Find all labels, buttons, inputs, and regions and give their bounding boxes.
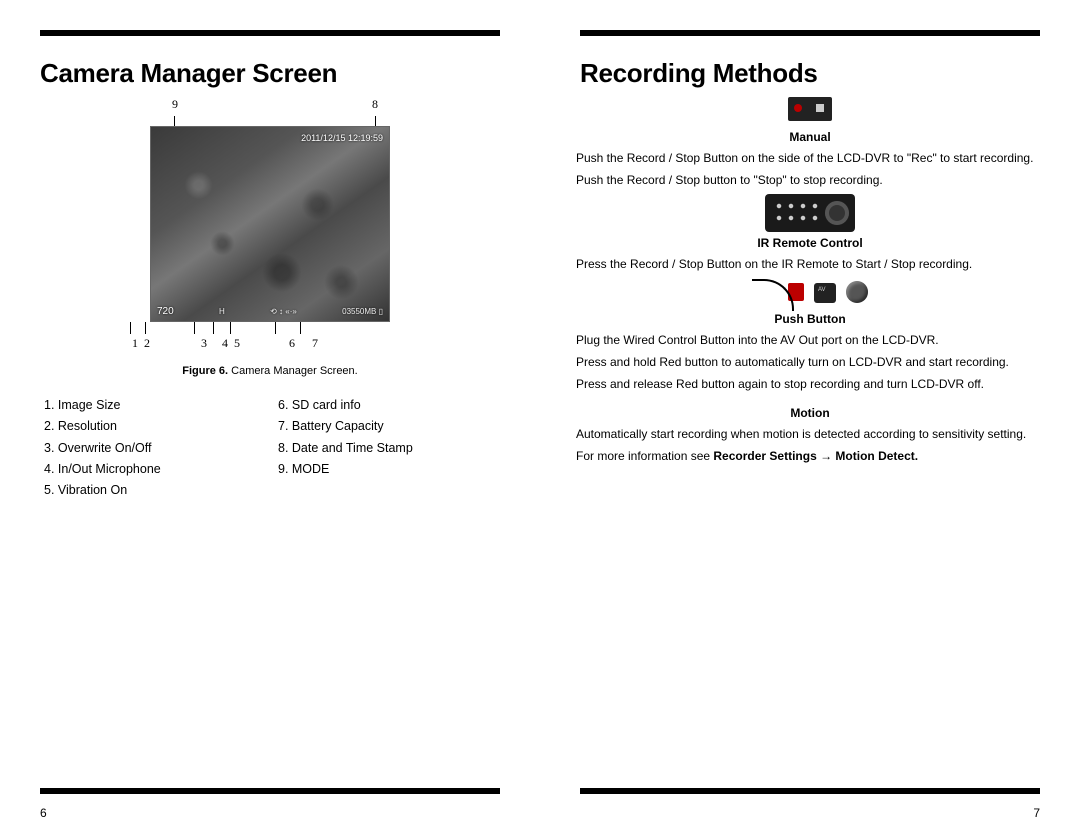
ir-p1: Press the Record / Stop Button on the IR… xyxy=(568,256,1052,272)
legend-item: 1. Image Size xyxy=(44,395,278,416)
push-p1: Plug the Wired Control Button into the A… xyxy=(568,332,1052,348)
callout-3: 3 xyxy=(192,336,216,351)
callout-5: 5 xyxy=(234,336,278,351)
avout-icon xyxy=(814,283,836,303)
figure-camera-screen: 9 8 2011/12/15 12:19:59 720 H ⟲ ↕ «·» 03… xyxy=(110,97,430,351)
callout-7: 7 xyxy=(306,336,324,351)
page-number: 7 xyxy=(1033,806,1040,820)
page-title: Camera Manager Screen xyxy=(40,58,512,89)
callout-top-8: 8 xyxy=(372,97,378,112)
legend-item: 5. Vibration On xyxy=(44,480,278,501)
caption-label: Figure 6. xyxy=(182,365,228,377)
divider-bottom xyxy=(40,788,500,794)
page-left: Camera Manager Screen 9 8 2011/12/15 12:… xyxy=(0,0,540,834)
camera-screenshot: 2011/12/15 12:19:59 720 H ⟲ ↕ «·» 03550M… xyxy=(150,126,390,322)
figure-caption: Figure 6. Camera Manager Screen. xyxy=(28,365,512,377)
osd-datetime: 2011/12/15 12:19:59 xyxy=(301,133,383,143)
manual-p1: Push the Record / Stop Button on the sid… xyxy=(568,150,1052,166)
section-label-ir: IR Remote Control xyxy=(568,236,1052,250)
legend-item: 8. Date and Time Stamp xyxy=(278,438,512,459)
manual-p2: Push the Record / Stop button to "Stop" … xyxy=(568,172,1052,188)
section-label-motion: Motion xyxy=(568,406,1052,420)
legend-list: 1. Image Size 2. Resolution 3. Overwrite… xyxy=(28,395,512,501)
plug-icon xyxy=(752,279,804,303)
osd-indicators: ⟲ ↕ «·» xyxy=(270,307,297,316)
legend-item: 9. MODE xyxy=(278,459,512,480)
page-right: Recording Methods Manual Push the Record… xyxy=(540,0,1080,834)
divider-bottom xyxy=(580,788,1040,794)
caption-text: Camera Manager Screen. xyxy=(228,365,358,377)
osd-quality: H xyxy=(219,307,225,316)
ir-remote-icon-wrap xyxy=(568,194,1052,232)
callout-top-9: 9 xyxy=(172,97,178,112)
page-number: 6 xyxy=(40,806,47,820)
legend-item: 2. Resolution xyxy=(44,416,278,437)
legend-item: 6. SD card info xyxy=(278,395,512,416)
push-button-icon xyxy=(752,279,869,308)
legend-item: 3. Overwrite On/Off xyxy=(44,438,278,459)
push-button-icon-wrap xyxy=(568,279,1052,308)
divider-top xyxy=(580,30,1040,36)
legend-item: 4. In/Out Microphone xyxy=(44,459,278,480)
motion-p2-bold: Recorder Settings → Motion Detect. xyxy=(713,449,918,463)
divider-top xyxy=(40,30,500,36)
red-button-icon xyxy=(846,281,868,303)
tickrow-bottom xyxy=(110,322,430,334)
motion-p2-pre: For more information see xyxy=(576,449,713,463)
callouts-bottom: 1 2 3 4 5 6 7 xyxy=(110,336,430,351)
legend-col2: 6. SD card info 7. Battery Capacity 8. D… xyxy=(278,395,512,501)
callout-6: 6 xyxy=(278,336,306,351)
legend-item: 7. Battery Capacity xyxy=(278,416,512,437)
ir-remote-icon xyxy=(765,194,855,232)
manual-icon xyxy=(568,97,1052,126)
callout-4: 4 xyxy=(216,336,234,351)
legend-col1: 1. Image Size 2. Resolution 3. Overwrite… xyxy=(44,395,278,501)
callouts-top: 9 8 xyxy=(110,97,430,112)
page-title: Recording Methods xyxy=(580,58,1052,89)
motion-p1: Automatically start recording when motio… xyxy=(568,426,1052,442)
section-label-push: Push Button xyxy=(568,312,1052,326)
push-p2: Press and hold Red button to automatical… xyxy=(568,354,1052,370)
record-stop-icon xyxy=(788,97,832,121)
callout-2: 2 xyxy=(144,336,192,351)
osd-storage: 03550MB ▯ xyxy=(342,307,383,316)
osd-resolution: 720 xyxy=(157,306,174,317)
callout-1: 1 xyxy=(126,336,144,351)
section-label-manual: Manual xyxy=(568,130,1052,144)
push-p3: Press and release Red button again to st… xyxy=(568,376,1052,392)
motion-p2: For more information see Recorder Settin… xyxy=(568,448,1052,464)
